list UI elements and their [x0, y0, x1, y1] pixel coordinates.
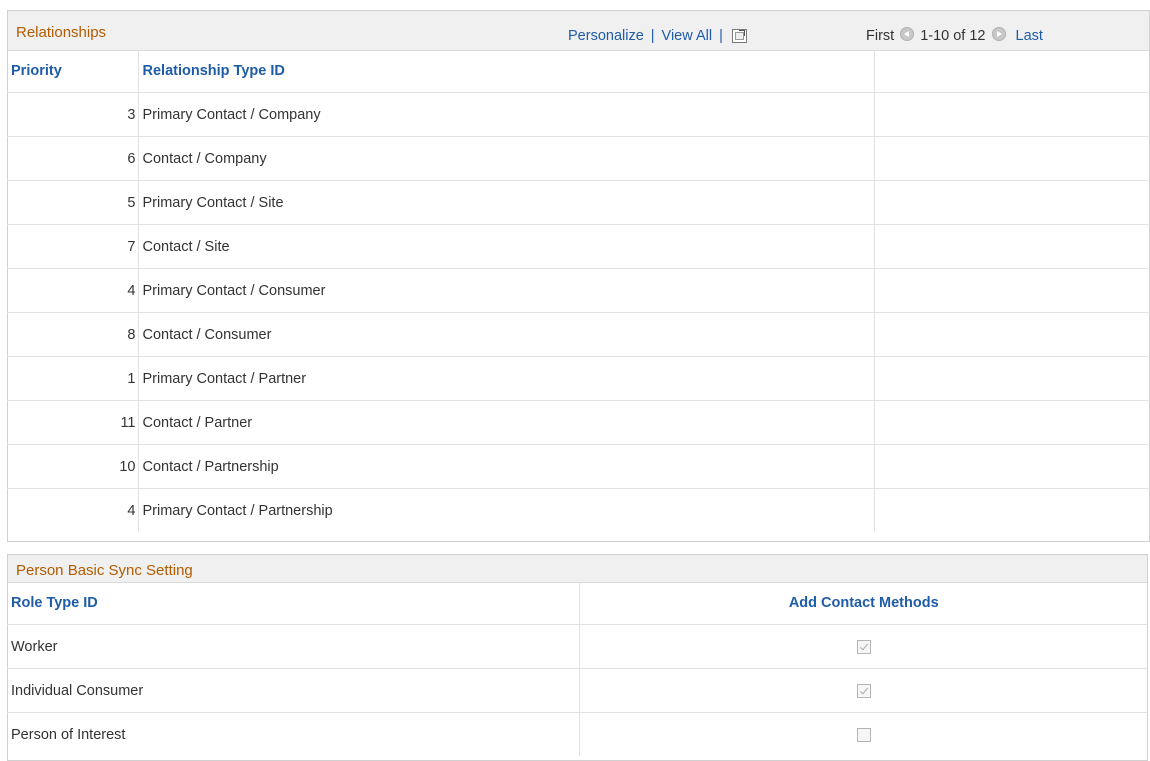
table-row: 1 Primary Contact / Partner: [7, 356, 1150, 401]
table-row: 6 Contact / Company: [7, 136, 1150, 181]
table-row: Worker: [7, 624, 1148, 669]
priority-cell: 10: [7, 444, 139, 489]
add-contact-methods-cell: [578, 668, 1148, 713]
relationship-type-cell: Primary Contact / Consumer: [137, 268, 875, 313]
relationship-type-cell: Contact / Company: [137, 136, 875, 181]
table-row: 5 Primary Contact / Site: [7, 180, 1150, 225]
relationships-table: Priority Relationship Type ID 3 Primary …: [7, 50, 1150, 532]
priority-cell: 3: [7, 92, 139, 137]
table-row: 11 Contact / Partner: [7, 400, 1150, 445]
relationship-type-cell: Primary Contact / Partnership: [137, 488, 875, 532]
toolbar-separator: |: [650, 28, 655, 44]
empty-cell: [873, 444, 1150, 489]
priority-cell: 4: [7, 268, 139, 313]
empty-column-header: [873, 50, 1150, 93]
toolbar-separator: |: [719, 28, 723, 44]
table-row: 7 Contact / Site: [7, 224, 1150, 269]
relationship-type-cell: Contact / Partner: [137, 400, 875, 445]
priority-cell: 11: [7, 400, 139, 445]
add-contact-methods-column-header[interactable]: Add Contact Methods: [578, 582, 1148, 625]
empty-cell: [873, 488, 1150, 532]
empty-cell: [873, 268, 1150, 313]
zoom-grid-icon[interactable]: [731, 29, 747, 43]
last-link[interactable]: Last: [1016, 28, 1043, 44]
relationships-title: Relationships: [16, 24, 107, 41]
relationship-type-cell: Contact / Consumer: [137, 312, 875, 357]
empty-cell: [873, 180, 1150, 225]
priority-cell: 8: [7, 312, 139, 357]
row-range: 1-10 of 12: [920, 28, 986, 44]
view-all-link[interactable]: View All: [662, 28, 713, 44]
table-row: 4 Primary Contact / Partnership: [7, 488, 1150, 532]
personalize-link[interactable]: Personalize: [568, 28, 644, 44]
priority-cell: 6: [7, 136, 139, 181]
relationships-header-row: Priority Relationship Type ID: [7, 50, 1150, 93]
pager: First 1-10 of 12 Last: [866, 27, 1043, 44]
empty-cell: [873, 400, 1150, 445]
relationship-type-cell: Primary Contact / Site: [137, 180, 875, 225]
add-contact-methods-checkbox[interactable]: [856, 639, 871, 654]
person-sync-title: Person Basic Sync Setting: [16, 562, 193, 579]
empty-cell: [873, 356, 1150, 401]
person-sync-table: Role Type ID Add Contact Methods Worker …: [7, 582, 1148, 756]
empty-cell: [873, 224, 1150, 269]
priority-cell: 4: [7, 488, 139, 532]
person-sync-header-row: Role Type ID Add Contact Methods: [7, 582, 1148, 625]
table-row: Person of Interest: [7, 712, 1148, 756]
table-row: 8 Contact / Consumer: [7, 312, 1150, 357]
priority-cell: 7: [7, 224, 139, 269]
person-sync-grid-header: Person Basic Sync Setting: [8, 555, 1147, 583]
next-page-icon[interactable]: [991, 27, 1006, 41]
role-type-cell: Worker: [7, 624, 580, 669]
empty-cell: [873, 312, 1150, 357]
add-contact-methods-checkbox[interactable]: [856, 683, 871, 698]
add-contact-methods-cell: [578, 624, 1148, 669]
relationship-type-cell: Contact / Site: [137, 224, 875, 269]
role-type-cell: Individual Consumer: [7, 668, 580, 713]
relationship-type-column-header[interactable]: Relationship Type ID: [137, 50, 875, 93]
priority-cell: 1: [7, 356, 139, 401]
relationships-grid-header: Relationships Personalize | View All | F…: [8, 11, 1149, 51]
relationship-type-cell: Primary Contact / Partner: [137, 356, 875, 401]
table-row: 10 Contact / Partnership: [7, 444, 1150, 489]
table-row: Individual Consumer: [7, 668, 1148, 713]
relationship-type-cell: Primary Contact / Company: [137, 92, 875, 137]
first-label: First: [866, 28, 895, 44]
relationship-type-cell: Contact / Partnership: [137, 444, 875, 489]
empty-cell: [873, 136, 1150, 181]
table-row: 3 Primary Contact / Company: [7, 92, 1150, 137]
priority-column-header[interactable]: Priority: [7, 50, 139, 93]
grid-toolbar: Personalize | View All |: [568, 28, 747, 44]
empty-cell: [873, 92, 1150, 137]
priority-cell: 5: [7, 180, 139, 225]
table-row: 4 Primary Contact / Consumer: [7, 268, 1150, 313]
add-contact-methods-checkbox[interactable]: [856, 727, 871, 742]
role-type-column-header[interactable]: Role Type ID: [7, 582, 580, 625]
add-contact-methods-cell: [578, 712, 1148, 756]
previous-page-icon[interactable]: [900, 27, 915, 41]
role-type-cell: Person of Interest: [7, 712, 580, 756]
